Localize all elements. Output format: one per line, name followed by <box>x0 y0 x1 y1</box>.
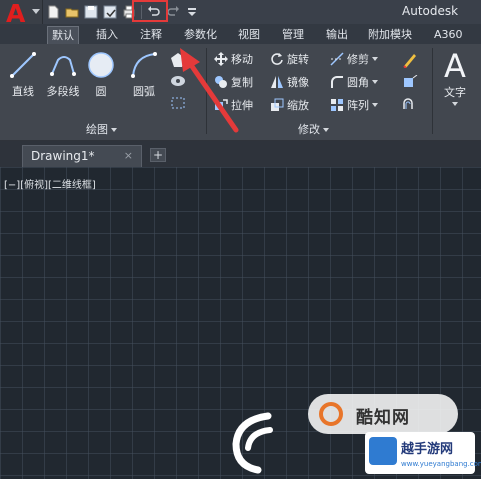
move-icon <box>214 52 228 66</box>
print-highlight-box <box>132 0 168 22</box>
line-icon <box>10 52 36 78</box>
polyline-tool[interactable]: 多段线 <box>42 50 84 99</box>
chevron-down-icon <box>111 128 117 132</box>
text-tool[interactable]: A 文字 <box>438 48 472 106</box>
site-watermark: 越手游网 www.yueyangbang.com <box>365 432 481 474</box>
arc-icon <box>131 52 157 78</box>
copy-tool[interactable]: 复制 <box>214 74 253 90</box>
circle-icon <box>88 52 114 78</box>
polyline-label: 多段线 <box>46 85 80 98</box>
scale-icon <box>271 98 284 111</box>
offset-icon[interactable] <box>402 97 418 111</box>
stretch-icon <box>215 99 228 110</box>
tab-default[interactable]: 默认 <box>47 26 79 44</box>
modify-group-label[interactable]: 修改 <box>298 121 329 137</box>
ribbon-tab-bar: 默认 插入 注释 参数化 视图 管理 输出 附加模块 A360 <box>0 24 481 44</box>
chevron-down-icon[interactable] <box>452 102 458 106</box>
line-tool[interactable]: 直线 <box>6 50 40 99</box>
group-separator <box>432 48 433 134</box>
chevron-down-icon <box>32 9 40 14</box>
circle-label: 圆 <box>95 85 107 98</box>
redo-icon[interactable] <box>166 5 180 19</box>
tab-manage[interactable]: 管理 <box>278 26 308 43</box>
close-icon[interactable]: × <box>124 149 133 162</box>
tab-a360[interactable]: A360 <box>430 26 467 43</box>
new-icon[interactable] <box>46 5 60 19</box>
arc-tool[interactable]: 圆弧 <box>124 50 164 99</box>
line-label: 直线 <box>12 85 34 98</box>
chevron-down-icon[interactable] <box>372 57 378 61</box>
explode-icon[interactable] <box>402 75 418 89</box>
rotate-icon <box>271 53 283 65</box>
erase-icon[interactable] <box>402 52 418 68</box>
chevron-down-icon[interactable] <box>372 80 378 84</box>
text-label: 文字 <box>444 86 466 99</box>
kuzhi-logo-icon <box>319 402 343 426</box>
site-logo-icon <box>369 437 397 465</box>
title-bar: A Autodesk <box>0 0 481 28</box>
circle-tool[interactable]: 圆 <box>84 50 118 99</box>
application-menu-button[interactable]: A <box>0 0 43 28</box>
save-icon[interactable] <box>84 5 98 19</box>
open-icon[interactable] <box>65 5 79 19</box>
hatch-icon[interactable] <box>170 74 186 88</box>
trim-icon <box>330 52 344 66</box>
fillet-tool[interactable]: 圆角 <box>330 74 378 90</box>
tab-addins[interactable]: 附加模块 <box>364 26 416 43</box>
scale-tool[interactable]: 缩放 <box>270 97 309 113</box>
customize-icon[interactable] <box>185 5 199 19</box>
mirror-icon <box>271 76 283 88</box>
fillet-icon <box>331 76 343 88</box>
polyline-icon <box>50 56 76 76</box>
watermark-logo-icon <box>232 412 273 474</box>
arc-label: 圆弧 <box>133 85 155 98</box>
move-tool[interactable]: 移动 <box>214 51 253 67</box>
text-icon: A <box>444 47 466 85</box>
copy-icon <box>215 76 227 88</box>
new-tab-button[interactable]: + <box>150 148 166 162</box>
group-separator <box>206 48 207 134</box>
chevron-down-icon[interactable] <box>372 103 378 107</box>
saveas-icon[interactable] <box>103 5 117 19</box>
window-title: Autodesk <box>402 4 459 18</box>
draw-group-label[interactable]: 绘图 <box>86 121 117 137</box>
tab-annotate[interactable]: 注释 <box>136 26 166 43</box>
kuzhi-watermark: 酷知网 <box>308 394 458 434</box>
stretch-tool[interactable]: 拉伸 <box>214 97 253 113</box>
array-tool[interactable]: 阵列 <box>330 97 378 113</box>
viewport-controls[interactable]: [−][俯视][二维线框] <box>4 176 96 191</box>
quick-access-toolbar <box>46 3 199 21</box>
chevron-down-icon <box>323 128 329 132</box>
tab-parametric[interactable]: 参数化 <box>180 26 221 43</box>
drawing-tab[interactable]: Drawing1* × <box>22 145 142 167</box>
document-tab-bar: Drawing1* × + <box>0 141 481 167</box>
drawing-tab-label: Drawing1* <box>31 149 95 163</box>
array-icon <box>331 99 343 111</box>
mirror-tool[interactable]: 镜像 <box>270 74 309 90</box>
trim-tool[interactable]: 修剪 <box>330 51 378 67</box>
tab-view[interactable]: 视图 <box>234 26 264 43</box>
rotate-tool[interactable]: 旋转 <box>270 51 309 67</box>
polygon-icon[interactable] <box>170 52 186 68</box>
tab-output[interactable]: 输出 <box>322 26 352 43</box>
tab-insert[interactable]: 插入 <box>92 26 122 43</box>
region-icon[interactable] <box>170 96 186 110</box>
